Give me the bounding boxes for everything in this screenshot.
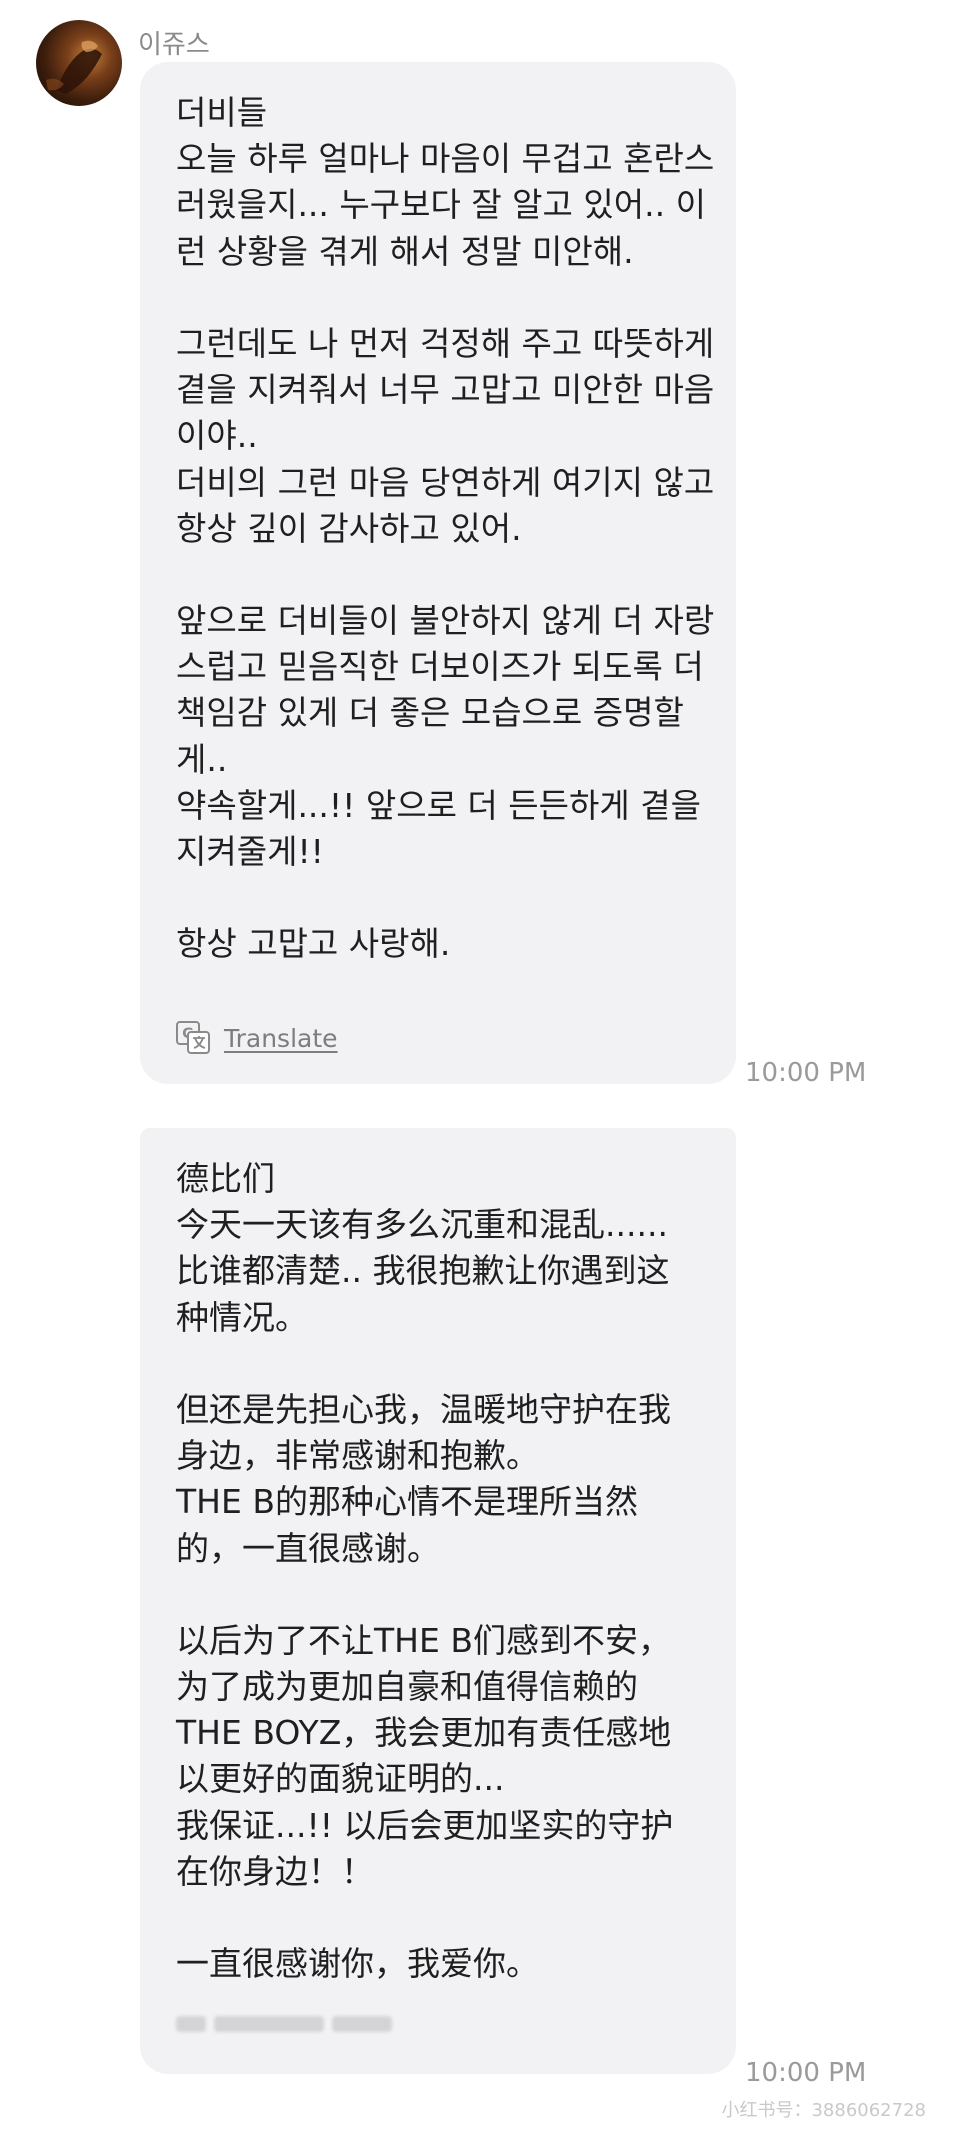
- message-line: 以更好的面貌证明的...: [176, 1759, 505, 1799]
- translate-link[interactable]: Translate: [224, 1024, 338, 1053]
- message-line: 比谁都清楚.. 我很抱歉让你遇到这: [176, 1251, 670, 1291]
- message-line: 오늘 하루 얼마나 마음이 무겁고 혼란스: [176, 139, 715, 179]
- google-translate-icon[interactable]: G: [176, 1021, 210, 1055]
- message-line: 항상 깊이 감사하고 있어.: [176, 508, 522, 548]
- message-line: 身边，非常感谢和抱歉。: [176, 1436, 539, 1476]
- message-line: 지켜줄게!!: [176, 832, 324, 871]
- message-line: 그런데도 나 먼저 걱정해 주고 따뜻하게: [176, 323, 715, 363]
- message-line: 더비들: [176, 93, 268, 132]
- message-line: 러웠을지... 누구보다 잘 알고 있어.. 이: [176, 185, 706, 225]
- message-line: 곁을 지켜줘서 너무 고맙고 미안한 마음: [176, 370, 715, 410]
- sender-name: 이쥬스: [138, 30, 210, 60]
- message-timestamp: 10:00 PM: [745, 1058, 867, 1088]
- message-line: 런 상황을 겪게 해서 정말 미안해.: [176, 231, 634, 271]
- message-line: 在你身边！！: [176, 1851, 374, 1891]
- watermark: 小红书号：3886062728: [721, 2100, 926, 2121]
- message-line: 以后为了不让THE B们感到不安，: [176, 1620, 671, 1660]
- message-line: 이야..: [176, 416, 258, 456]
- message-line: 一直很感谢你，我爱你。: [176, 1944, 539, 1984]
- blurred-translate-row: [176, 2016, 392, 2032]
- message-line: 为了成为更加自豪和值得信赖的: [176, 1667, 638, 1707]
- message-line: 今天一天该有多么沉重和混乱......: [176, 1205, 668, 1245]
- message-line: 스럽고 믿음직한 더보이즈가 되도록 더: [176, 647, 704, 687]
- avatar[interactable]: [36, 20, 122, 106]
- message-line: 我保证...!! 以后会更加坚实的守护: [176, 1805, 674, 1845]
- message-line: THE BOYZ，我会更加有责任感地: [176, 1713, 672, 1753]
- message-line-blank: [176, 875, 700, 921]
- message-bubble-korean[interactable]: 더비들 오늘 하루 얼마나 마음이 무겁고 혼란스 러웠을지... 누구보다 잘…: [140, 62, 736, 1084]
- message-line: 책임감 있게 더 좋은 모습으로 증명할: [176, 693, 684, 733]
- message-line: 但还是先担心我，温暖地守护在我: [176, 1389, 671, 1429]
- message-line: THE B的那种心情不是理所当然: [176, 1482, 638, 1522]
- message-line: 的，一直很感谢。: [176, 1528, 440, 1568]
- message-line: 게..: [176, 739, 228, 779]
- message-line: 더비의 그런 마음 당연하게 여기지 않고: [176, 462, 715, 502]
- message-line-blank: [176, 1895, 700, 1941]
- message-line: 德比们: [176, 1159, 275, 1198]
- message-timestamp: 10:00 PM: [745, 2058, 867, 2088]
- message-line: 앞으로 더비들이 불안하지 않게 더 자랑: [176, 601, 715, 641]
- message-line-blank: [176, 552, 700, 598]
- message-line-blank: [176, 275, 700, 321]
- message-line: 약속할게...!! 앞으로 더 든든하게 곁을: [176, 785, 701, 825]
- profile-photo-icon: [46, 40, 102, 94]
- translate-row[interactable]: G Translate: [176, 1018, 338, 1058]
- message-line-blank: [176, 1341, 700, 1387]
- message-line: 항상 고맙고 사랑해.: [176, 924, 451, 964]
- message-bubble-chinese[interactable]: 德比们 今天一天该有多么沉重和混乱...... 比谁都清楚.. 我很抱歉让你遇到…: [140, 1128, 736, 2074]
- message-line: 种情况。: [176, 1297, 308, 1337]
- message-line-blank: [176, 1572, 700, 1618]
